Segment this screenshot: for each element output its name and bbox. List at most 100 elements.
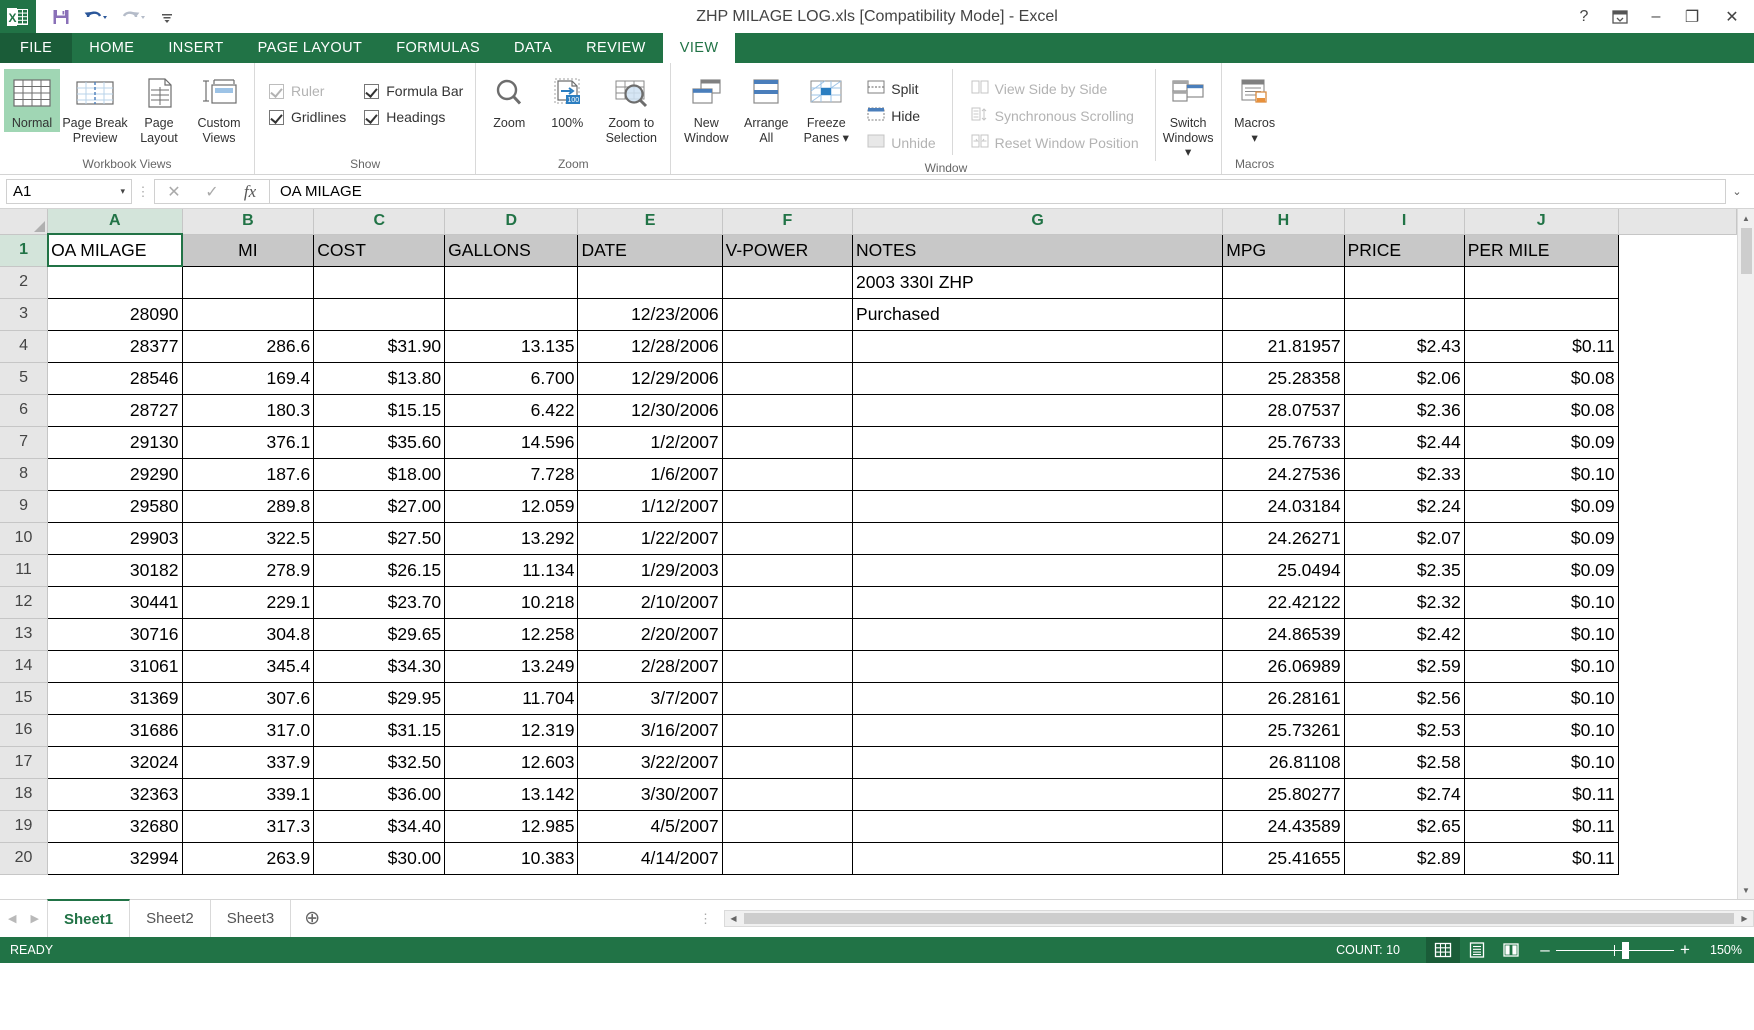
cell-i19[interactable]: $2.65: [1344, 810, 1465, 843]
cell-c17[interactable]: $32.50: [313, 746, 446, 779]
row-header-6[interactable]: 6: [0, 394, 49, 427]
cell-h14[interactable]: 26.06989: [1222, 650, 1345, 683]
macros-button[interactable]: Macros ▾: [1226, 69, 1284, 147]
formula-bar-splitter[interactable]: ⋮: [132, 184, 154, 200]
cell-a19[interactable]: 32680: [47, 810, 183, 843]
sheet-tab-sheet3[interactable]: Sheet3: [211, 900, 292, 937]
cell-i1[interactable]: PRICE: [1344, 234, 1465, 267]
cell-d17[interactable]: 12.603: [444, 746, 579, 779]
cell-f12[interactable]: [722, 586, 854, 619]
cell-e8[interactable]: 1/6/2007: [577, 458, 723, 491]
cell-h13[interactable]: 24.86539: [1222, 618, 1345, 651]
gridlines-checkbox[interactable]: [269, 109, 284, 125]
cell-g11[interactable]: [852, 554, 1224, 587]
row-header-1[interactable]: 1: [0, 234, 49, 267]
cell-k7[interactable]: [1618, 426, 1737, 458]
name-box[interactable]: A1 ▾: [6, 179, 132, 204]
arrange-all-button[interactable]: Arrange All: [737, 69, 795, 147]
cell-h9[interactable]: 24.03184: [1222, 490, 1345, 523]
cell-a5[interactable]: 28546: [47, 362, 183, 395]
cell-b1[interactable]: MI: [182, 234, 315, 267]
cell-j17[interactable]: $0.10: [1464, 746, 1619, 779]
row-header-18[interactable]: 18: [0, 778, 49, 811]
cell-j10[interactable]: $0.09: [1464, 522, 1619, 555]
sheet-tab-splitter[interactable]: ⋮: [687, 911, 724, 927]
cell-g4[interactable]: [852, 330, 1224, 363]
previous-sheet-icon[interactable]: ◀: [8, 912, 16, 925]
cell-i15[interactable]: $2.56: [1344, 682, 1465, 715]
cell-d19[interactable]: 12.985: [444, 810, 579, 843]
cell-h17[interactable]: 26.81108: [1222, 746, 1345, 779]
cell-a16[interactable]: 31686: [47, 714, 183, 747]
insert-function-icon[interactable]: fx: [231, 180, 269, 203]
cell-c4[interactable]: $31.90: [313, 330, 446, 363]
cell-f16[interactable]: [722, 714, 854, 747]
cell-b7[interactable]: 376.1: [182, 426, 315, 459]
cell-e15[interactable]: 3/7/2007: [577, 682, 723, 715]
new-window-button[interactable]: New Window: [675, 69, 737, 147]
cell-d7[interactable]: 14.596: [444, 426, 579, 459]
zoom-in-button[interactable]: +: [1674, 940, 1696, 960]
cell-g5[interactable]: [852, 362, 1224, 395]
cell-c7[interactable]: $35.60: [313, 426, 446, 459]
cell-a18[interactable]: 32363: [47, 778, 183, 811]
cell-i20[interactable]: $2.89: [1344, 842, 1465, 875]
cell-f19[interactable]: [722, 810, 854, 843]
cell-k16[interactable]: [1618, 714, 1737, 746]
cell-j15[interactable]: $0.10: [1464, 682, 1619, 715]
switch-windows-button[interactable]: Switch Windows ▾: [1154, 69, 1217, 161]
row-header-10[interactable]: 10: [0, 522, 49, 555]
cell-d1[interactable]: GALLONS: [444, 234, 579, 267]
cell-g3[interactable]: Purchased: [852, 298, 1224, 331]
cell-j5[interactable]: $0.08: [1464, 362, 1619, 395]
cell-h12[interactable]: 22.42122: [1222, 586, 1345, 619]
cell-j2[interactable]: [1464, 266, 1619, 299]
reset-window-position-button[interactable]: Reset Window Position: [967, 131, 1143, 155]
cell-k8[interactable]: [1618, 458, 1737, 490]
cell-f3[interactable]: [722, 298, 854, 331]
synchronous-scrolling-button[interactable]: Synchronous Scrolling: [967, 104, 1143, 128]
zoom-button[interactable]: Zoom: [480, 69, 538, 132]
cell-b8[interactable]: 187.6: [182, 458, 315, 491]
next-sheet-icon[interactable]: ▶: [30, 912, 38, 925]
cell-a2[interactable]: [47, 266, 183, 299]
cell-g16[interactable]: [852, 714, 1224, 747]
cell-f17[interactable]: [722, 746, 854, 779]
cell-d2[interactable]: [444, 266, 579, 299]
cell-a13[interactable]: 30716: [47, 618, 183, 651]
cell-g15[interactable]: [852, 682, 1224, 715]
cell-d6[interactable]: 6.422: [444, 394, 579, 427]
row-header-2[interactable]: 2: [0, 266, 49, 299]
cell-h18[interactable]: 25.80277: [1222, 778, 1345, 811]
cell-k5[interactable]: [1618, 362, 1737, 394]
cell-d5[interactable]: 6.700: [444, 362, 579, 395]
cell-c19[interactable]: $34.40: [313, 810, 446, 843]
vertical-scroll-thumb[interactable]: [1740, 228, 1752, 274]
scroll-left-button[interactable]: ◀: [725, 911, 742, 926]
cell-h3[interactable]: [1222, 298, 1345, 331]
cell-b2[interactable]: [182, 266, 315, 299]
sheet-tab-sheet2[interactable]: Sheet2: [130, 900, 211, 937]
row-header-20[interactable]: 20: [0, 842, 49, 875]
column-header-j[interactable]: J: [1464, 209, 1619, 235]
tab-home[interactable]: HOME: [72, 33, 151, 63]
cell-f1[interactable]: V-POWER: [722, 234, 854, 267]
cell-k13[interactable]: [1618, 618, 1737, 650]
cell-b17[interactable]: 337.9: [182, 746, 315, 779]
row-header-12[interactable]: 12: [0, 586, 49, 619]
ribbon-display-options-button[interactable]: [1602, 0, 1638, 33]
scroll-down-button[interactable]: ▼: [1737, 881, 1754, 899]
page-layout-view-status-button[interactable]: [1460, 937, 1494, 963]
cell-g6[interactable]: [852, 394, 1224, 427]
view-side-by-side-button[interactable]: View Side by Side: [967, 77, 1143, 101]
cell-j19[interactable]: $0.11: [1464, 810, 1619, 843]
cell-c14[interactable]: $34.30: [313, 650, 446, 683]
cell-k6[interactable]: [1618, 394, 1737, 426]
cell-j16[interactable]: $0.10: [1464, 714, 1619, 747]
cell-c16[interactable]: $31.15: [313, 714, 446, 747]
cell-d14[interactable]: 13.249: [444, 650, 579, 683]
cell-a6[interactable]: 28727: [47, 394, 183, 427]
cell-a7[interactable]: 29130: [47, 426, 183, 459]
cell-e1[interactable]: DATE: [577, 234, 723, 267]
tab-formulas[interactable]: FORMULAS: [379, 33, 497, 63]
